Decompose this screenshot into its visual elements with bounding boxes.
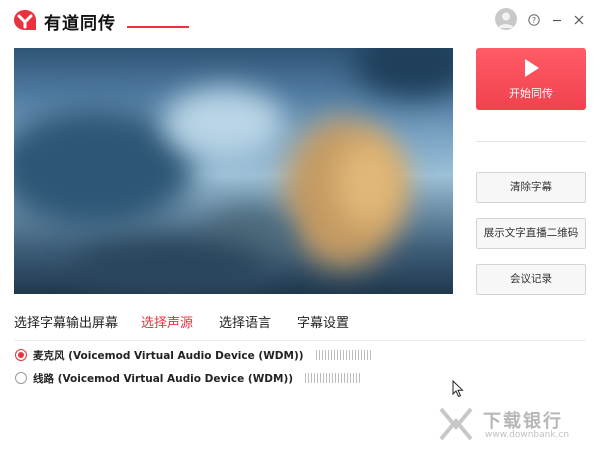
start-interpretation-button[interactable]: 开始同传 — [476, 48, 586, 110]
audio-source-label: 线路 (Voicemod Virtual Audio Device (WDM)) — [33, 372, 294, 385]
minimize-icon[interactable] — [547, 10, 567, 30]
help-icon[interactable]: ? — [524, 10, 544, 30]
video-preview — [14, 48, 453, 294]
youdao-logo-icon — [14, 10, 36, 30]
tab-subtitle-screen[interactable]: 选择字幕输出屏幕 — [14, 312, 118, 331]
title-bar: 有道同传 ? — [0, 0, 600, 40]
audio-source-row[interactable]: 麦克风 (Voicemod Virtual Audio Device (WDM)… — [15, 347, 371, 363]
user-avatar-icon[interactable] — [495, 8, 517, 30]
close-icon[interactable] — [569, 10, 589, 30]
radio-microphone[interactable] — [15, 349, 27, 361]
audio-source-row[interactable]: 线路 (Voicemod Virtual Audio Device (WDM)) — [15, 370, 361, 386]
watermark-url: www.downbank.cn — [485, 430, 570, 440]
tab-audio-source[interactable]: 选择声源 — [141, 312, 193, 331]
audio-level-meter — [305, 373, 361, 383]
radio-line-in[interactable] — [15, 372, 27, 384]
tabs-divider — [14, 340, 586, 341]
side-divider — [476, 141, 586, 142]
play-icon — [525, 59, 539, 77]
svg-text:?: ? — [532, 16, 536, 25]
tab-language[interactable]: 选择语言 — [219, 312, 271, 331]
watermark: 下载银行 www.downbank.cn — [437, 405, 587, 443]
start-button-label: 开始同传 — [509, 87, 553, 100]
app-title: 有道同传 — [44, 14, 116, 34]
mouse-cursor-icon — [452, 380, 464, 398]
audio-source-label: 麦克风 (Voicemod Virtual Audio Device (WDM)… — [33, 349, 304, 362]
tab-subtitle-settings[interactable]: 字幕设置 — [297, 312, 349, 331]
downbank-logo-icon — [439, 407, 473, 441]
meeting-notes-button[interactable]: 会议记录 — [476, 264, 586, 295]
active-tab-indicator — [127, 26, 189, 28]
clear-subtitles-button[interactable]: 清除字幕 — [476, 172, 586, 203]
audio-level-meter — [315, 350, 371, 360]
show-live-qr-button[interactable]: 展示文字直播二维码 — [476, 218, 586, 249]
